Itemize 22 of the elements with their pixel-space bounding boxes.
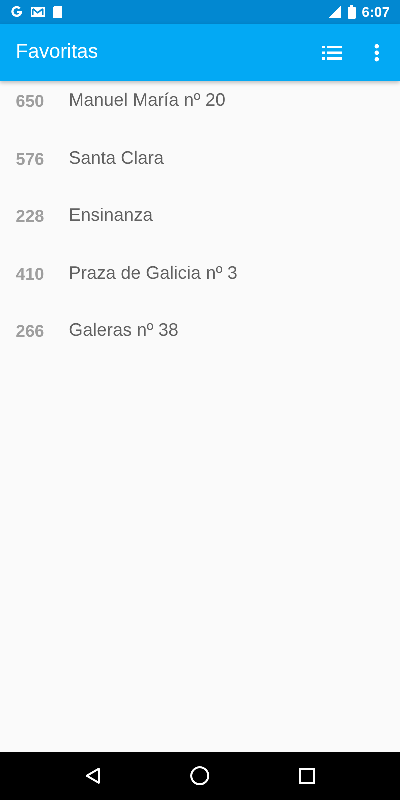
recents-icon[interactable] — [299, 768, 316, 784]
more-options-icon[interactable] — [374, 44, 380, 62]
google-icon — [10, 5, 24, 19]
stop-number: 410 — [16, 264, 46, 284]
mail-icon — [30, 5, 46, 19]
stop-name[interactable]: Santa Clara — [69, 148, 164, 168]
signal-icon — [328, 5, 342, 19]
screen-title: Favoritas — [16, 41, 98, 64]
battery-icon — [348, 5, 356, 19]
list-icon[interactable] — [322, 44, 342, 60]
stop-number: 650 — [16, 91, 46, 112]
status-time: 6:07 — [362, 4, 390, 20]
stop-name[interactable]: Manuel María nº 20 — [69, 90, 226, 111]
stop-number: 266 — [16, 321, 46, 342]
stop-number: 576 — [16, 148, 46, 170]
stop-number: 228 — [16, 206, 46, 227]
stop-name[interactable]: Galeras nº 38 — [69, 320, 179, 341]
back-icon[interactable] — [84, 767, 101, 785]
stop-name[interactable]: Praza de Galicia nº 3 — [69, 262, 238, 284]
sd-card-icon — [52, 5, 63, 19]
stop-name[interactable]: Ensinanza — [69, 205, 154, 226]
home-icon[interactable] — [190, 766, 210, 786]
